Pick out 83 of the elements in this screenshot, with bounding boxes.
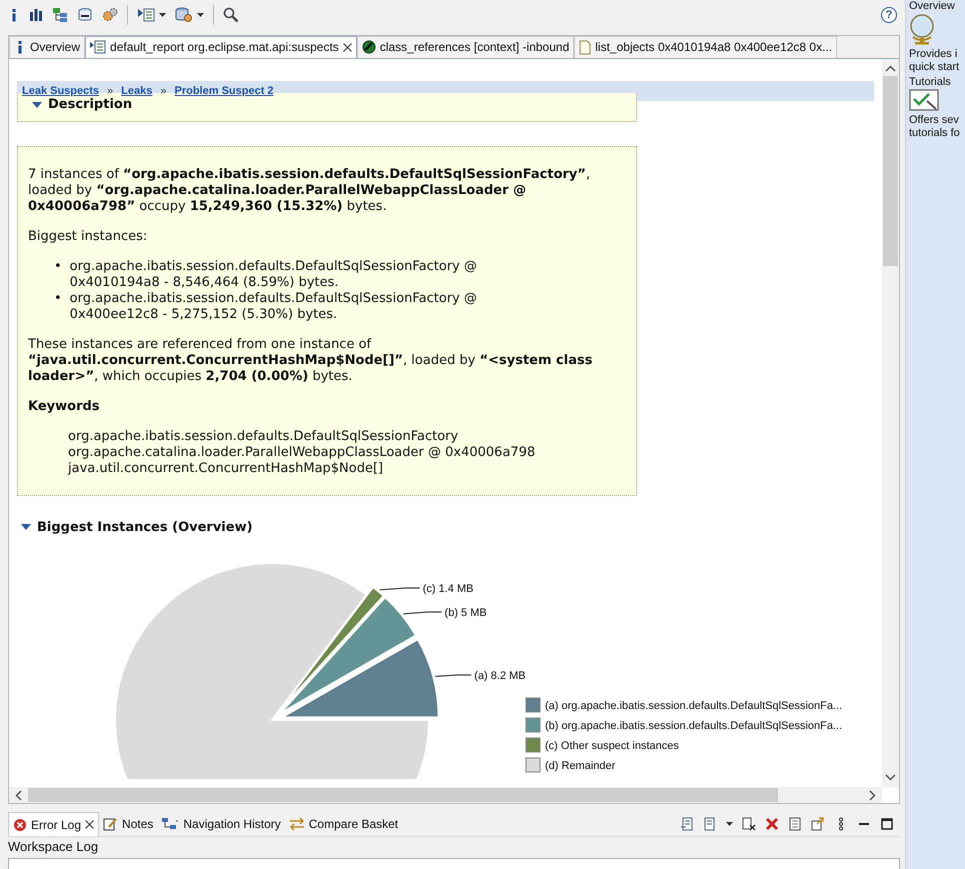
query-icon bbox=[362, 40, 376, 54]
tab[interactable]: Navigation History bbox=[157, 812, 285, 836]
scroll-right-icon[interactable] bbox=[869, 790, 876, 800]
report-icon bbox=[90, 40, 106, 54]
error-icon bbox=[13, 818, 27, 832]
paragraph: 7 instances of “org.apache.ibatis.session.defaults.DefaultSqlSessionFactory”, loaded by “org.apache.catalina.loader.ParallelWebappClassLoader @ 0x40006a798” occupy 15,249,360 (15.32%) bytes. bbox=[28, 166, 592, 215]
list-item: org.apache.ibatis.session.defaults.DefaultSqlSessionFactory @ 0x400ee12c8 - 5,275,152 (5.30%) bytes. bbox=[70, 290, 478, 323]
database-icon[interactable] bbox=[77, 6, 93, 23]
caret-icon[interactable] bbox=[726, 822, 733, 826]
globe-icon[interactable] bbox=[909, 13, 935, 45]
list-heading: Biggest instances: bbox=[28, 228, 148, 245]
scrollbar-thumb[interactable] bbox=[883, 76, 898, 266]
caret-icon[interactable] bbox=[197, 12, 204, 17]
vertical-scrollbar[interactable] bbox=[882, 58, 899, 787]
scrollbar-thumb[interactable] bbox=[28, 788, 778, 802]
scroll-left-icon[interactable] bbox=[15, 790, 22, 800]
keywords-heading: Keywords bbox=[28, 398, 101, 415]
item-description: tutorials fo bbox=[909, 127, 961, 140]
expanded-arrow-icon[interactable] bbox=[21, 523, 31, 532]
keyword: java.util.concurrent.ConcurrentHashMap$Node[] bbox=[66, 460, 384, 477]
slice-label: (b) 5 MB bbox=[444, 606, 487, 619]
item-title[interactable]: Tutorials bbox=[909, 76, 965, 89]
tab[interactable]: default_report org.eclipse.mat.api:suspects bbox=[85, 36, 357, 58]
legend-label: (a) org.apache.ibatis.session.defaults.DefaultSqlSessionFa... bbox=[545, 700, 842, 712]
import-log-icon[interactable] bbox=[680, 817, 694, 831]
legend-label: (d) Remainder bbox=[545, 760, 616, 772]
breadcrumb-separator: » bbox=[107, 84, 114, 97]
tab[interactable]: Compare Basket bbox=[284, 812, 402, 836]
section-title: Biggest Instances (Overview) bbox=[37, 520, 253, 535]
tab[interactable]: class_references [context] -inbound bbox=[356, 36, 574, 58]
keyword: org.apache.ibatis.session.defaults.DefaultSqlSessionFactory bbox=[67, 428, 460, 445]
restore-log-icon[interactable] bbox=[811, 817, 825, 831]
scroll-up-icon[interactable] bbox=[885, 64, 896, 72]
close-icon[interactable] bbox=[342, 42, 352, 52]
breadcrumb-separator: » bbox=[160, 84, 166, 97]
section-title: Description bbox=[48, 97, 132, 112]
slice-label: (c) 1.4 MB bbox=[422, 582, 474, 595]
caret-icon[interactable] bbox=[159, 12, 166, 17]
gears-icon[interactable] bbox=[102, 6, 118, 23]
delete-icon[interactable] bbox=[765, 817, 779, 831]
horizontal-scrollbar[interactable] bbox=[9, 787, 882, 803]
history-icon bbox=[161, 817, 180, 831]
hierarchy-icon[interactable] bbox=[52, 6, 68, 23]
filter-field[interactable] bbox=[8, 858, 900, 869]
tab[interactable]: list_objects 0x4010194a8 0x400ee12c8 0x... bbox=[574, 36, 838, 58]
item-description: Provides i bbox=[909, 48, 958, 61]
item-title[interactable]: Overview bbox=[909, 0, 965, 13]
run-report-icon[interactable] bbox=[137, 6, 155, 23]
item-description: Offers sev bbox=[909, 114, 960, 127]
breadcrumb-link[interactable]: Leaks bbox=[121, 84, 152, 97]
close-icon[interactable] bbox=[85, 820, 94, 829]
tab[interactable]: Notes bbox=[99, 812, 158, 836]
export-log-icon[interactable] bbox=[703, 817, 717, 831]
search-icon[interactable] bbox=[223, 6, 239, 23]
clear-log-icon[interactable] bbox=[742, 817, 756, 831]
notes-icon bbox=[103, 817, 118, 831]
legend-label: (c) Other suspect instances bbox=[545, 740, 679, 752]
leader-line bbox=[379, 587, 420, 590]
compare-icon bbox=[288, 817, 305, 831]
tutorial-icon[interactable] bbox=[909, 89, 939, 111]
list-bullet: • bbox=[54, 258, 62, 276]
breadcrumb-link[interactable]: Leak Suspects bbox=[22, 84, 100, 97]
database-gear-icon[interactable] bbox=[175, 6, 193, 23]
keyword: org.apache.catalina.loader.ParallelWebappClassLoader @ 0x40006a798 bbox=[67, 444, 536, 461]
scroll-down-icon[interactable] bbox=[885, 774, 896, 781]
help-button[interactable]: ? bbox=[881, 6, 897, 23]
paragraph: These instances are referenced from one instance of “java.util.concurrent.ConcurrentHashMap$Node[]”, loaded by “<system class loader>”, which occupies 2,704 (0.00%) bytes. bbox=[28, 336, 594, 385]
tab[interactable]: Error Log bbox=[8, 812, 100, 836]
list-bullet: • bbox=[54, 290, 62, 308]
breadcrumb-link[interactable]: Problem Suspect 2 bbox=[174, 84, 274, 97]
page-icon bbox=[579, 40, 592, 55]
leader-line bbox=[403, 611, 442, 614]
bar-chart-icon[interactable] bbox=[29, 8, 43, 22]
maximize-icon[interactable] bbox=[880, 817, 894, 831]
expanded-arrow-icon[interactable] bbox=[32, 100, 42, 109]
list-item: org.apache.ibatis.session.defaults.DefaultSqlSessionFactory @ 0x4010194a8 - 8,546,464 (8.59%) bytes. bbox=[70, 258, 478, 291]
view-title: Workspace Log bbox=[8, 838, 100, 854]
tab[interactable]: Overview bbox=[9, 36, 86, 58]
legend-label: (b) org.apache.ibatis.session.defaults.DefaultSqlSessionFa... bbox=[545, 720, 842, 732]
open-log-icon[interactable] bbox=[788, 817, 802, 831]
leader-line bbox=[434, 674, 472, 677]
item-description: quick start bbox=[909, 61, 960, 74]
slice-label: (a) 8.2 MB bbox=[474, 670, 526, 682]
